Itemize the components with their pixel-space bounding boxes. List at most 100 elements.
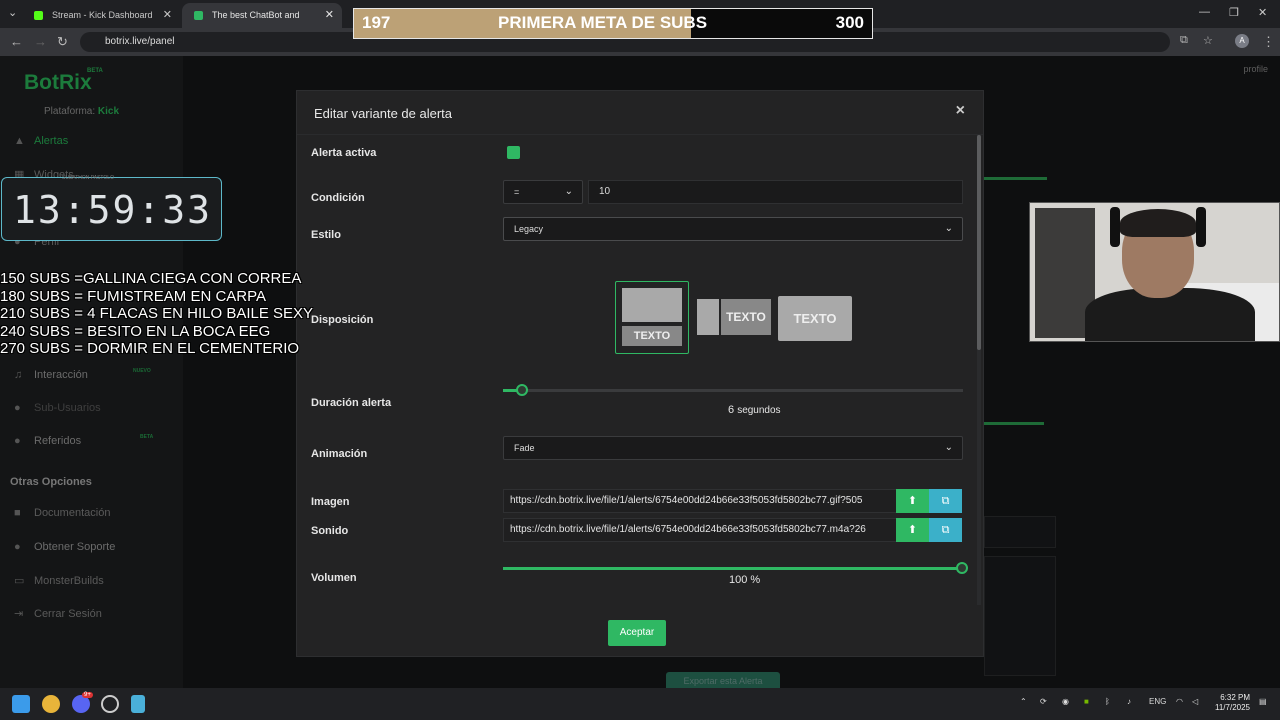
subs-goal-line: 150 SUBS =GALLINA CIEGA CON CORREA xyxy=(0,270,302,287)
tab-search-icon[interactable]: ⌄ xyxy=(8,6,17,19)
animation-select[interactable]: Fade ⌄ xyxy=(503,436,963,460)
upload-image-icon[interactable]: ⬆ xyxy=(896,489,929,513)
profile-link[interactable]: profile xyxy=(1243,64,1268,74)
warning-icon: ▲ xyxy=(14,135,25,147)
sidebar-item-referidos[interactable]: ● Referidos xyxy=(14,435,81,447)
close-icon[interactable]: × xyxy=(956,102,965,120)
sidebar-item-monsterbuilds[interactable]: ▭ MonsterBuilds xyxy=(14,574,104,587)
image-label: Imagen xyxy=(311,496,350,508)
music-icon: ♫ xyxy=(14,369,23,381)
sidebar: BotRix BETA Plataforma: Kick ▲ Alertas ▦ W… xyxy=(0,56,183,688)
platform-label: Plataforma: xyxy=(44,106,96,117)
condition-value-input[interactable]: 10 xyxy=(588,180,963,204)
active-checkbox[interactable] xyxy=(507,146,520,159)
sidebar-item-label: MonsterBuilds xyxy=(34,575,104,587)
discord-badge: 9+ xyxy=(82,692,93,698)
goal-title: PRIMERA META DE SUBS xyxy=(498,13,708,32)
sidebar-item-soporte[interactable]: ● Obtener Soporte xyxy=(14,541,115,553)
volume-slider-handle[interactable] xyxy=(956,562,968,574)
style-select[interactable]: Legacy ⌄ xyxy=(503,217,963,241)
sidebar-item-label: Cerrar Sesión xyxy=(34,608,102,620)
referrals-icon: ● xyxy=(14,435,21,447)
back-icon[interactable]: ← xyxy=(10,34,23,49)
subs-goals-list: 150 SUBS =GALLINA CIEGA CON CORREA 180 S… xyxy=(0,270,313,358)
close-tab-icon[interactable]: ✕ xyxy=(163,3,172,28)
notepad-icon[interactable] xyxy=(131,695,145,713)
docs-icon: ■ xyxy=(14,507,21,519)
url-text: botrix.live/panel xyxy=(105,36,175,47)
sidebar-item-sub-usuarios[interactable]: ● Sub-Usuarios xyxy=(14,402,101,414)
sidebar-item-cerrar-sesion[interactable]: ⇥ Cerrar Sesión xyxy=(14,607,102,620)
tab-botrix[interactable]: The best ChatBot and Widgets ✕ xyxy=(182,3,342,45)
webcam-person-hair xyxy=(1120,209,1196,237)
chevron-down-icon: ⌄ xyxy=(944,223,953,234)
subs-goal-line: 210 SUBS = 4 FLACAS EN HILO BAILE SEXY xyxy=(0,305,314,322)
sidebar-item-documentacion[interactable]: ■ Documentación xyxy=(14,507,110,519)
operator-value: = xyxy=(514,187,520,197)
duration-slider-track[interactable] xyxy=(503,389,963,392)
windows-start-icon[interactable] xyxy=(12,695,30,713)
background-panel xyxy=(984,556,1056,676)
duration-value: 6 xyxy=(728,404,735,416)
scrollbar-thumb[interactable] xyxy=(977,135,981,350)
logout-icon: ⇥ xyxy=(14,608,24,620)
volume-label: Volumen xyxy=(311,572,357,584)
export-alert-button[interactable]: Exportar esta Alerta xyxy=(666,672,780,688)
condition-operator-select[interactable]: = ⌄ xyxy=(503,180,583,204)
tray-nvidia-icon[interactable]: ■ xyxy=(1084,697,1089,706)
timer-value: 13:59:33 xyxy=(12,188,213,232)
background-slider xyxy=(984,422,1044,425)
window-close-icon[interactable]: ✕ xyxy=(1258,6,1267,19)
duration-unit: segundos xyxy=(737,405,781,416)
tray-wifi-icon[interactable]: ◠ xyxy=(1176,697,1183,706)
tab-kick-dashboard[interactable]: Stream - Kick Dashboard ✕ xyxy=(22,3,180,28)
platform-indicator: Plataforma: Kick xyxy=(44,106,119,117)
background-panel xyxy=(984,516,1056,548)
chevron-down-icon: ⌄ xyxy=(944,442,953,453)
accept-button[interactable]: Aceptar xyxy=(608,620,666,646)
system-clock[interactable]: 6:32 PM 11/7/2025 xyxy=(1215,693,1250,713)
chrome-icon[interactable] xyxy=(42,695,60,713)
sound-url-input[interactable]: https://cdn.botrix.live/file/1/alerts/67… xyxy=(503,518,897,542)
bookmark-star-icon[interactable]: ☆ xyxy=(1203,34,1213,47)
layout-option-stacked[interactable]: TEXTO xyxy=(615,281,689,354)
tray-network-icon[interactable]: ◉ xyxy=(1062,697,1069,706)
timer-caption: SUBATHON PASTOLO xyxy=(62,175,114,181)
notifications-icon[interactable]: ▤ xyxy=(1259,697,1267,706)
language-indicator[interactable]: ENG xyxy=(1149,697,1166,706)
tray-bluetooth-icon[interactable]: ᛒ xyxy=(1105,697,1110,706)
modal-scrollbar[interactable] xyxy=(977,135,981,605)
translate-icon[interactable]: ⧉ xyxy=(1180,34,1188,47)
edit-alert-modal: Editar variante de alerta × Alerta activ… xyxy=(296,90,984,657)
layout-label: Disposición xyxy=(311,314,374,326)
upload-sound-icon[interactable]: ⬆ xyxy=(896,518,929,542)
volume-unit: % xyxy=(750,574,761,586)
chevron-down-icon: ⌄ xyxy=(564,186,573,197)
duration-slider-handle[interactable] xyxy=(516,384,528,396)
layout-text: TEXTO xyxy=(622,326,682,346)
tray-chevron-icon[interactable]: ⌃ xyxy=(1020,697,1027,706)
menu-dots-icon[interactable]: ⋮ xyxy=(1262,34,1275,50)
gallery-image-icon[interactable]: ⧉ xyxy=(929,489,962,513)
sidebar-item-interaccion[interactable]: ♫ Interacción xyxy=(14,369,88,381)
users-icon: ● xyxy=(14,402,21,414)
layout-option-side[interactable]: TEXTO xyxy=(696,299,771,335)
reload-icon[interactable]: ↻ xyxy=(57,34,68,50)
maximize-icon[interactable]: ❐ xyxy=(1229,6,1239,19)
tray-mic-icon[interactable]: ♪ xyxy=(1127,697,1131,706)
minimize-icon[interactable]: — xyxy=(1199,6,1210,18)
layout-option-overlay[interactable]: TEXTO xyxy=(778,296,852,341)
subathon-timer: SUBATHON PASTOLO 13:59:33 xyxy=(1,175,222,241)
kick-favicon-icon xyxy=(34,11,43,20)
gallery-sound-icon[interactable]: ⧉ xyxy=(929,518,962,542)
tray-volume-icon[interactable]: ◁ xyxy=(1192,697,1198,706)
volume-slider-fill[interactable] xyxy=(503,567,963,570)
tray-sync-icon[interactable]: ⟳ xyxy=(1040,697,1047,706)
subs-goal-line: 240 SUBS = BESITO EN LA BOCA EEG xyxy=(0,322,271,340)
forward-icon[interactable]: → xyxy=(34,34,47,49)
close-tab-icon[interactable]: ✕ xyxy=(325,3,334,28)
obs-icon[interactable] xyxy=(101,695,119,713)
profile-avatar-icon[interactable]: A xyxy=(1235,34,1249,48)
sidebar-item-alertas[interactable]: ▲ Alertas xyxy=(14,135,68,147)
image-url-input[interactable]: https://cdn.botrix.live/file/1/alerts/67… xyxy=(503,489,897,513)
